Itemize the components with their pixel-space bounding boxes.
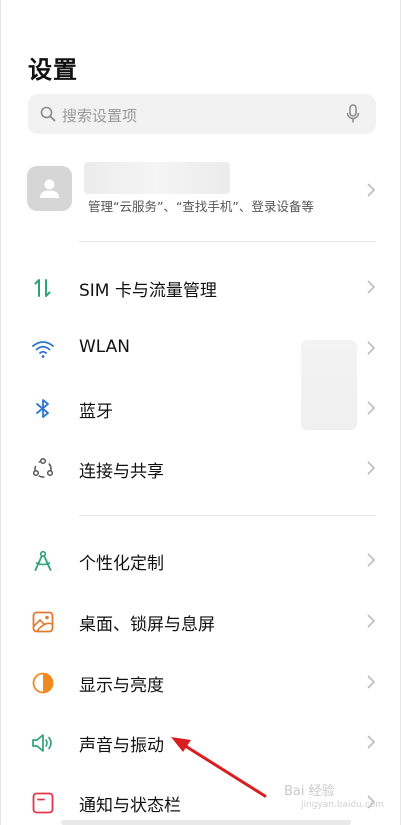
settings-item-desktop-lockscreen[interactable]: 桌面、锁屏与息屏 — [1, 593, 400, 649]
settings-item-label: 桌面、锁屏与息屏 — [79, 615, 215, 635]
chevron-right-icon — [367, 614, 376, 628]
watermark-sub: jingyan.baidu.com — [301, 800, 385, 810]
person-icon — [40, 179, 59, 198]
settings-item-display-brightness[interactable]: 显示与亮度 — [1, 654, 400, 710]
wifi-icon — [32, 341, 54, 358]
sound-icon — [32, 734, 52, 752]
avatar[interactable] — [27, 166, 72, 211]
redacted-status-area — [301, 340, 357, 430]
share-icon — [32, 457, 54, 478]
chevron-right-icon — [367, 735, 376, 749]
bottom-edge — [61, 820, 351, 825]
settings-item-label: 个性化定制 — [79, 554, 164, 574]
page-title: 设置 — [28, 56, 78, 84]
search-icon — [40, 106, 56, 122]
account-subtitle: 管理“云服务”、“查找手机”、登录设备等 — [88, 199, 314, 214]
chevron-right-icon — [367, 280, 376, 294]
chevron-right-icon — [367, 553, 376, 567]
settings-item-connection-sharing[interactable]: 连接与共享 — [1, 440, 400, 496]
wallpaper-icon — [32, 611, 54, 633]
search-placeholder: 搜索设置项 — [62, 107, 138, 125]
settings-item-personalization[interactable]: 个性化定制 — [1, 532, 400, 588]
divider — [79, 515, 376, 516]
chevron-right-icon — [367, 341, 376, 355]
settings-item-label: WLAN — [79, 337, 131, 357]
bluetooth-icon — [36, 399, 49, 418]
divider — [79, 241, 376, 242]
search-bar[interactable]: 搜索设置项 — [28, 94, 376, 134]
sim-data-icon — [34, 279, 51, 297]
settings-item-sim[interactable]: SIM 卡与流量管理 — [1, 259, 400, 315]
watermark: Bai 经验 — [284, 784, 335, 799]
microphone-icon[interactable] — [346, 104, 360, 124]
account-name-redacted — [84, 162, 230, 194]
settings-item-label: 声音与振动 — [79, 736, 164, 756]
chevron-right-icon — [367, 401, 376, 415]
notification-icon — [32, 792, 54, 814]
compass-icon — [34, 550, 52, 571]
settings-item-label: 蓝牙 — [79, 402, 113, 422]
settings-item-label: SIM 卡与流量管理 — [79, 281, 217, 301]
chevron-right-icon — [367, 183, 376, 197]
annotation-arrow-icon — [171, 737, 267, 798]
account-row[interactable]: 管理“云服务”、“查找手机”、登录设备等 — [1, 160, 400, 224]
settings-screen: 设置 搜索设置项 管理“云服务”、“查找手机”、登录设备等 SIM 卡与流量管理… — [0, 0, 401, 825]
settings-item-label: 连接与共享 — [79, 462, 164, 482]
brightness-icon — [32, 672, 54, 694]
settings-item-label: 通知与状态栏 — [79, 796, 181, 816]
chevron-right-icon — [367, 461, 376, 475]
chevron-right-icon — [367, 675, 376, 689]
settings-item-label: 显示与亮度 — [79, 676, 164, 696]
